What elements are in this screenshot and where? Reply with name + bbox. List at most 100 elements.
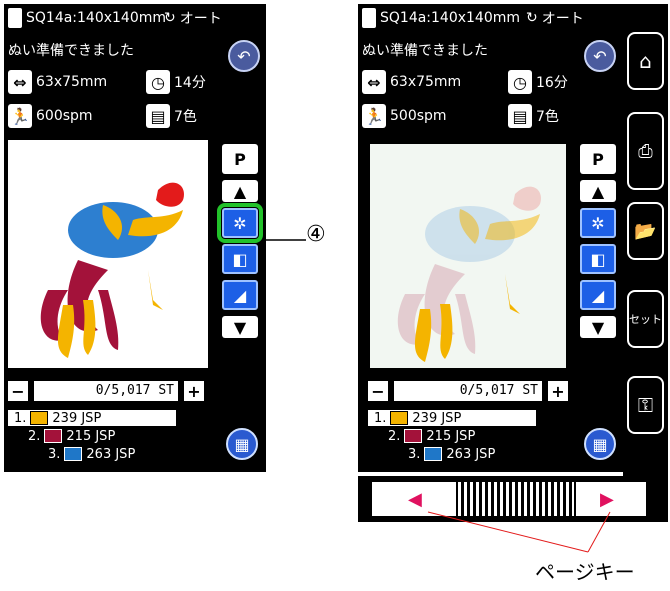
stitch-counter-bar: − 0/5,017 ST + — [368, 380, 568, 402]
size-value: 63x75mm — [390, 74, 462, 90]
side-controls: P ▲ ✲ ◧ ◢ ▼ — [580, 144, 616, 374]
return-arrow-icon: ↶ — [593, 46, 607, 66]
left-screen: SQ14a:140x140mm ↻ オート ぬい準備できました ↶ ⇔ 63x7… — [4, 4, 266, 472]
presser-foot-icon: P — [234, 149, 246, 169]
color-list-item[interactable]: 3. 263 JSP — [48, 446, 135, 462]
stitch-adjust-button[interactable]: ◢ — [580, 280, 616, 310]
size-icon: ⇔ — [362, 70, 386, 94]
minus-button[interactable]: − — [8, 381, 28, 401]
presser-foot-icon: P — [592, 149, 604, 169]
pattern-position-button[interactable]: ◧ — [222, 244, 258, 274]
document-icon — [362, 8, 376, 28]
back-button[interactable]: ↶ — [228, 40, 260, 72]
color-swatch — [424, 447, 443, 461]
colors-count: 7色 — [536, 109, 559, 125]
color-list-item[interactable]: 1. 239 JSP — [368, 410, 536, 426]
thread-color-list: 1. 239 JSP 2. 215 JSP 3. 263 JSP — [368, 408, 618, 468]
sewing-mode-button[interactable]: ⎙ — [627, 112, 664, 190]
triangle-down-icon: ▼ — [591, 317, 605, 337]
time-value: 16分 — [536, 75, 568, 91]
color-list-item[interactable]: 1. 239 JSP — [8, 410, 176, 426]
color-swatch — [390, 411, 409, 425]
ramp-icon: ◢ — [591, 285, 605, 305]
stitch-counter: 0/5,017 ST — [394, 381, 542, 401]
color-list-item[interactable]: 3. 263 JSP — [408, 446, 495, 462]
pattern-icon: ◧ — [232, 249, 248, 269]
cycle-icon: ↻ — [526, 10, 538, 26]
size-icon: ⇔ — [8, 70, 32, 94]
thread-color-button[interactable]: ✲ — [217, 203, 263, 243]
stitch-adjust-button[interactable]: ◢ — [222, 280, 258, 310]
right-screen: SQ14a:140x140mm ↻ オート ぬい準備できました ↶ ⇔ 63x7… — [358, 4, 623, 472]
time-row: ◷ 16分 — [508, 70, 568, 94]
rooster-design-faded — [397, 186, 541, 362]
header-title: SQ14a:140x140mm — [380, 10, 521, 26]
color-grid-button[interactable]: ▦ — [226, 428, 258, 460]
minus-button[interactable]: − — [368, 381, 388, 401]
colors-row: ▤ 7色 — [508, 104, 559, 128]
presser-foot-button[interactable]: P — [580, 144, 616, 174]
header: SQ14a:140x140mm — [8, 8, 166, 28]
clock-icon: ◷ — [508, 70, 532, 94]
grid-icon: ▦ — [592, 434, 608, 454]
page-key-label: ページキー — [535, 560, 635, 584]
colors-row: ▤ 7色 — [146, 104, 197, 128]
time-row: ◷ 14分 — [146, 70, 206, 94]
color-list-item[interactable]: 2. 215 JSP — [388, 428, 475, 444]
thread-color-list: 1. 239 JSP 2. 215 JSP 3. 263 JSP — [8, 408, 262, 468]
presser-foot-button[interactable]: P — [222, 144, 258, 174]
mode-label: オート — [179, 11, 222, 27]
header-title: SQ14a:140x140mm — [26, 10, 167, 26]
key-icon: ⚿ — [637, 393, 654, 417]
return-arrow-icon: ↶ — [237, 46, 251, 66]
rooster-design — [40, 182, 184, 358]
back-button[interactable]: ↶ — [584, 40, 616, 72]
speed-row: 🏃 600spm — [8, 104, 93, 128]
open-folder-button[interactable]: 📂 — [627, 202, 664, 260]
colors-count: 7色 — [174, 109, 197, 125]
size-row: ⇔ 63x75mm — [362, 70, 461, 94]
color-settings-icon: ✲ — [591, 213, 605, 233]
folder-icon: 📂 — [634, 220, 657, 242]
arrow-left-icon: ◀ — [408, 489, 422, 510]
speed-value: 500spm — [390, 108, 447, 124]
color-swatch — [30, 411, 49, 425]
set-button[interactable]: セット — [627, 290, 664, 348]
color-swatch — [44, 429, 63, 443]
color-settings-icon: ✲ — [233, 213, 247, 233]
size-value: 63x75mm — [36, 74, 108, 90]
mode-indicator: ↻ オート — [164, 8, 222, 28]
size-row: ⇔ 63x75mm — [8, 70, 107, 94]
status-text: ぬい準備できました — [8, 43, 134, 59]
home-icon: ⌂ — [639, 49, 652, 73]
speed-value: 600spm — [36, 108, 93, 124]
home-button[interactable]: ⌂ — [627, 32, 664, 90]
plus-button[interactable]: + — [548, 381, 568, 401]
sewing-machine-icon: ⎙ — [638, 140, 653, 162]
running-icon: 🏃 — [8, 104, 32, 128]
triangle-up-icon: ▲ — [233, 181, 247, 201]
lock-button[interactable]: ⚿ — [627, 376, 664, 434]
document-icon — [8, 8, 22, 28]
header: SQ14a:140x140mm — [362, 8, 520, 28]
scroll-down-button[interactable]: ▼ — [222, 316, 258, 338]
clock-icon: ◷ — [146, 70, 170, 94]
color-swatch — [64, 447, 83, 461]
stitch-counter-bar: − 0/5,017 ST + — [8, 380, 204, 402]
triangle-up-icon: ▲ — [591, 181, 605, 201]
mode-label: オート — [541, 11, 584, 27]
color-swatch — [404, 429, 423, 443]
thread-color-button[interactable]: ✲ — [580, 208, 616, 238]
status-text: ぬい準備できました — [362, 43, 488, 59]
scroll-up-button[interactable]: ▲ — [222, 180, 258, 202]
plus-button[interactable]: + — [184, 381, 204, 401]
triangle-down-icon: ▼ — [233, 317, 247, 337]
color-grid-button[interactable]: ▦ — [584, 428, 616, 460]
callout-number: ④ — [306, 222, 326, 247]
pattern-position-button[interactable]: ◧ — [580, 244, 616, 274]
scroll-up-button[interactable]: ▲ — [580, 180, 616, 202]
scroll-down-button[interactable]: ▼ — [580, 316, 616, 338]
mode-indicator: ↻ オート — [526, 8, 584, 28]
machine-side-panel: ⌂ ⎙ 📂 セット ⚿ — [623, 4, 668, 522]
color-list-item[interactable]: 2. 215 JSP — [28, 428, 115, 444]
